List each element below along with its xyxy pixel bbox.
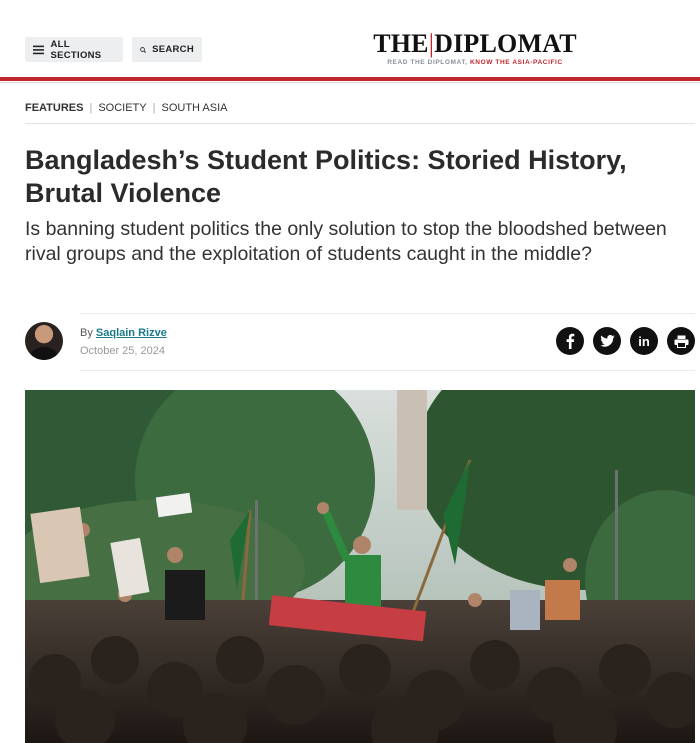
breadcrumb-society[interactable]: SOCIETY — [98, 102, 146, 114]
search-icon — [140, 46, 146, 53]
site-logo[interactable]: THE|DIPLOMAT READ THE DIPLOMAT, KNOW THE… — [355, 29, 595, 67]
logo-text-diplomat: DIPLOMAT — [434, 29, 577, 58]
byline-prefix: By — [80, 327, 93, 339]
share-buttons: in — [556, 327, 695, 355]
facebook-icon — [566, 333, 575, 349]
linkedin-share-button[interactable]: in — [630, 327, 658, 355]
twitter-share-button[interactable] — [593, 327, 621, 355]
logo-text-the: THE — [373, 29, 429, 58]
printer-icon — [674, 335, 688, 348]
logo-tagline: READ THE DIPLOMAT, KNOW THE ASIA-PACIFIC — [355, 59, 595, 66]
breadcrumb-features[interactable]: FEATURES — [25, 102, 83, 114]
hamburger-icon — [33, 45, 45, 54]
all-sections-button[interactable]: ALL SECTIONS — [25, 37, 123, 62]
breadcrumb-divider — [25, 123, 695, 124]
linkedin-icon: in — [638, 333, 650, 349]
facebook-share-button[interactable] — [556, 327, 584, 355]
all-sections-label: ALL SECTIONS — [50, 38, 102, 61]
tagline-gray: READ THE DIPLOMAT, — [387, 59, 468, 66]
breadcrumb-separator: | — [152, 102, 156, 114]
protest-photo-illustration — [25, 390, 695, 743]
breadcrumb-separator: | — [89, 102, 93, 114]
article-hero-photo — [25, 390, 695, 743]
article-title: Bangladesh’s Student Politics: Storied H… — [25, 145, 627, 208]
breadcrumb: FEATURES | SOCIETY | SOUTH ASIA — [25, 102, 228, 114]
site-header: ALL SECTIONS SEARCH THE|DIPLOMAT READ TH… — [0, 0, 700, 78]
author-link[interactable]: Saqlain Rizve — [96, 327, 167, 339]
tagline-red: KNOW THE ASIA-PACIFIC — [470, 59, 563, 66]
byline: By Saqlain Rizve — [80, 327, 167, 339]
twitter-icon — [599, 335, 615, 347]
header-gray-rule — [0, 82, 700, 83]
byline-bottom-divider — [80, 370, 695, 371]
search-label: SEARCH — [152, 44, 194, 55]
article-subtitle: Is banning student politics the only sol… — [25, 218, 667, 265]
search-button[interactable]: SEARCH — [132, 37, 202, 62]
print-button[interactable] — [667, 327, 695, 355]
byline-top-divider — [80, 313, 695, 314]
publish-date: October 25, 2024 — [80, 345, 166, 357]
author-avatar[interactable] — [25, 322, 63, 360]
breadcrumb-south-asia[interactable]: SOUTH ASIA — [161, 102, 227, 114]
header-red-rule — [0, 77, 700, 81]
